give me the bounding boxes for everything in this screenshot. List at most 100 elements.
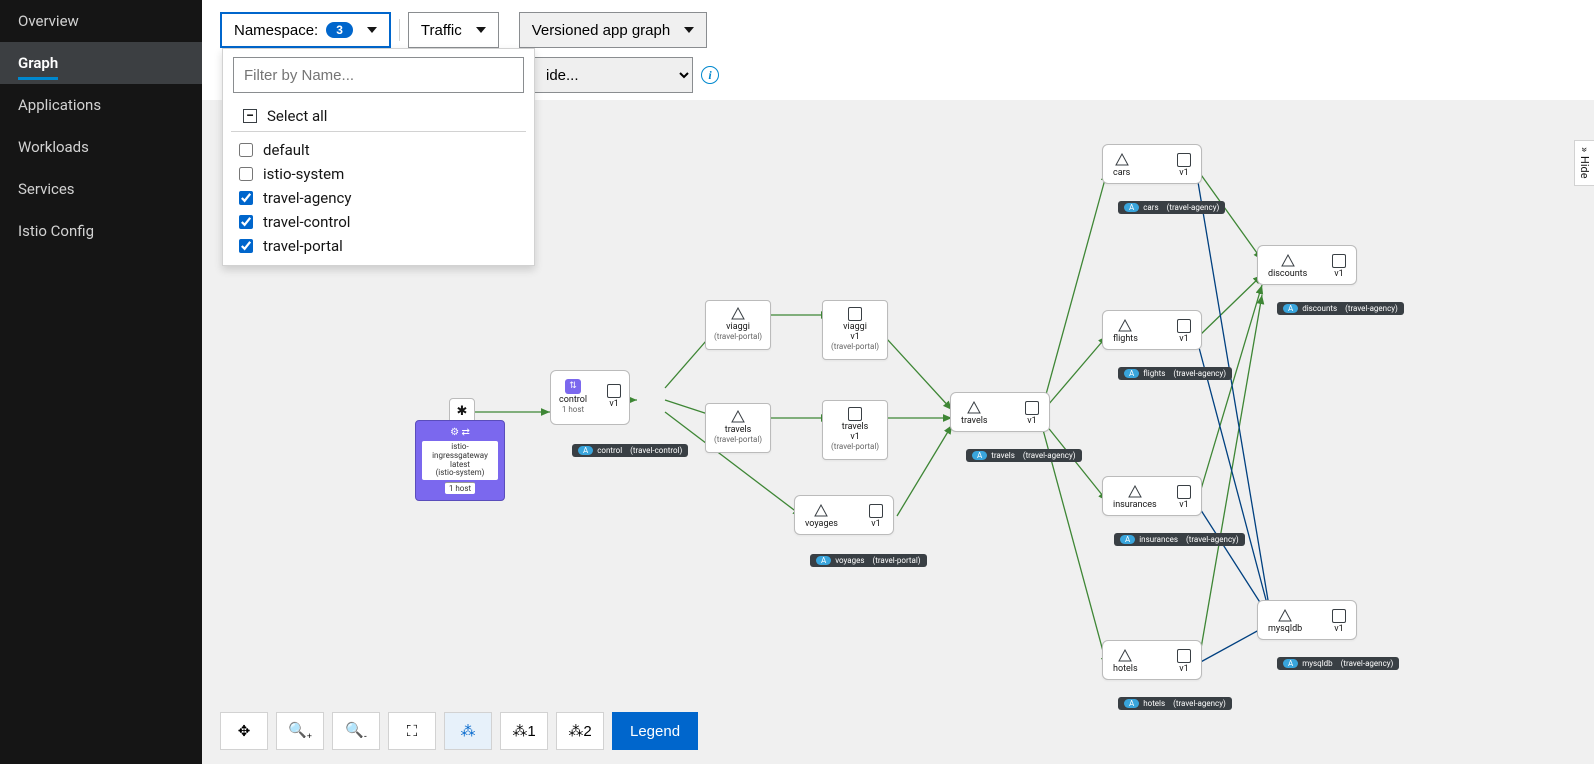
graph-toolbar: ✥ 🔍+ 🔍- ⛶ ⁂ ⁂ 1 ⁂ 2 Legend — [220, 712, 698, 750]
node-travels-agency[interactable]: travels v1 — [950, 392, 1050, 432]
toolbar-row-1: Namespace: 3 Traffic Versioned app graph — [202, 0, 1594, 50]
fit-button[interactable]: ⛶ — [388, 712, 436, 750]
service-icon — [1278, 609, 1292, 623]
gateway-icon: ⚙ ⇄ — [450, 427, 470, 438]
badge-control: Acontrol(travel-control) — [572, 440, 688, 457]
traffic-dropdown-button[interactable]: Traffic — [408, 12, 499, 48]
info-icon[interactable]: i — [701, 66, 719, 84]
node-mysqldb[interactable]: mysqldb v1 — [1257, 600, 1357, 640]
workload-icon — [1177, 153, 1191, 167]
workload-icon — [1177, 485, 1191, 499]
workload-icon — [1025, 401, 1039, 415]
collapse-icon: » — [1578, 147, 1591, 152]
workload-icon — [848, 307, 862, 321]
badge-travels-agency: Atravels(travel-agency) — [966, 445, 1082, 462]
zoom-in-icon: 🔍+ — [288, 721, 312, 741]
sidebar-item-graph[interactable]: Graph — [0, 42, 202, 84]
namespace-dropdown-button[interactable]: Namespace: 3 — [220, 12, 391, 48]
namespace-label: Namespace: — [234, 22, 318, 39]
node-flights[interactable]: flights v1 — [1102, 310, 1202, 350]
gateway-hosts: 1 host — [445, 482, 475, 494]
badge-flights: Aflights(travel-agency) — [1118, 363, 1232, 380]
service-icon — [1128, 485, 1142, 499]
layout-default-button[interactable]: ⁂ — [444, 712, 492, 750]
workload-icon — [1332, 254, 1346, 268]
namespace-item-travel-agency[interactable]: travel-agency — [223, 186, 534, 210]
workload-icon — [869, 504, 883, 518]
topology-icon: ⁂ — [568, 722, 583, 740]
graph-type-dropdown-button[interactable]: Versioned app graph — [519, 12, 707, 48]
checkbox[interactable] — [239, 167, 253, 181]
traffic-label: Traffic — [421, 22, 462, 39]
zoom-out-button[interactable]: 🔍- — [332, 712, 380, 750]
service-icon — [1118, 319, 1132, 333]
node-hotels[interactable]: hotels v1 — [1102, 640, 1202, 680]
graph-type-label: Versioned app graph — [532, 22, 670, 39]
sidebar-item-applications[interactable]: Applications — [0, 84, 202, 126]
service-icon — [731, 410, 745, 424]
service-icon — [967, 401, 981, 415]
drag-button[interactable]: ✥ — [220, 712, 268, 750]
legend-button[interactable]: Legend — [612, 712, 698, 750]
namespace-item-travel-portal[interactable]: travel-portal — [223, 234, 534, 265]
checkbox[interactable] — [239, 239, 253, 253]
node-viaggi-wl[interactable]: viaggiv1(travel-portal) — [822, 300, 888, 360]
gateway-label: istio-ingressgateway latest (istio-syste… — [422, 441, 498, 480]
node-voyages[interactable]: voyages v1 — [794, 495, 894, 535]
sidebar-item-overview[interactable]: Overview — [0, 0, 202, 42]
node-viaggi-svc[interactable]: viaggi(travel-portal) — [705, 300, 771, 350]
layout-2-button[interactable]: ⁂ 2 — [556, 712, 604, 750]
node-cars[interactable]: cars v1 — [1102, 144, 1202, 184]
service-icon — [1115, 153, 1129, 167]
virtualservice-icon: ⇅ — [565, 379, 581, 394]
namespace-item-default[interactable]: default — [223, 138, 534, 162]
service-icon — [731, 307, 745, 321]
hide-select[interactable]: ide... — [533, 57, 693, 93]
node-insurances[interactable]: insurances v1 — [1102, 476, 1202, 516]
badge-mysqldb: Amysqldb(travel-agency) — [1277, 653, 1399, 670]
node-discounts[interactable]: discounts v1 — [1257, 245, 1357, 285]
sidebar: Overview Graph Applications Workloads Se… — [0, 0, 202, 764]
node-travels-portal-svc[interactable]: travels(travel-portal) — [705, 403, 771, 453]
node-istio-ingressgateway[interactable]: ⚙ ⇄ istio-ingressgateway latest (istio-s… — [415, 420, 505, 501]
namespace-item-travel-control[interactable]: travel-control — [223, 210, 534, 234]
zoom-in-button[interactable]: 🔍+ — [276, 712, 324, 750]
badge-hotels: Ahotels(travel-agency) — [1118, 693, 1232, 710]
workload-icon — [607, 384, 621, 398]
fit-icon: ⛶ — [407, 723, 418, 740]
checkbox[interactable] — [239, 143, 253, 157]
indeterminate-checkbox-icon: − — [243, 109, 257, 123]
node-control[interactable]: ⇅ control1 host v1 — [550, 370, 630, 425]
workload-icon — [1332, 609, 1346, 623]
node-travels-portal-wl[interactable]: travelsv1(travel-portal) — [822, 400, 888, 460]
namespace-dropdown-panel: − Select all default istio-system travel… — [222, 48, 535, 266]
checkbox[interactable] — [239, 191, 253, 205]
chevron-down-icon — [684, 27, 694, 33]
namespace-count-badge: 3 — [326, 22, 353, 38]
chevron-down-icon — [367, 27, 377, 33]
service-icon — [1118, 649, 1132, 663]
layout-1-button[interactable]: ⁂ 1 — [500, 712, 548, 750]
sidebar-item-services[interactable]: Services — [0, 168, 202, 210]
workload-icon — [1177, 649, 1191, 663]
sidebar-item-workloads[interactable]: Workloads — [0, 126, 202, 168]
hide-panel-tab[interactable]: » Hide — [1574, 140, 1594, 186]
zoom-out-icon: 🔍- — [345, 721, 367, 741]
chevron-down-icon — [476, 27, 486, 33]
workload-icon — [848, 407, 862, 421]
topology-icon: ⁂ — [512, 722, 527, 740]
badge-cars: Acars(travel-agency) — [1118, 197, 1225, 214]
sidebar-item-istio-config[interactable]: Istio Config — [0, 210, 202, 252]
service-icon — [1281, 254, 1295, 268]
checkbox[interactable] — [239, 215, 253, 229]
separator — [399, 19, 400, 41]
badge-discounts: Adiscounts(travel-agency) — [1277, 298, 1404, 315]
drag-icon: ✥ — [238, 722, 251, 740]
namespace-item-istio-system[interactable]: istio-system — [223, 162, 534, 186]
service-icon — [814, 504, 828, 518]
namespace-select-all[interactable]: − Select all — [231, 101, 526, 132]
topology-icon: ⁂ — [461, 722, 476, 740]
control-wl-label: v1 — [609, 400, 618, 410]
badge-voyages: Avoyages(travel-portal) — [810, 550, 927, 567]
namespace-filter-input[interactable] — [233, 57, 524, 93]
